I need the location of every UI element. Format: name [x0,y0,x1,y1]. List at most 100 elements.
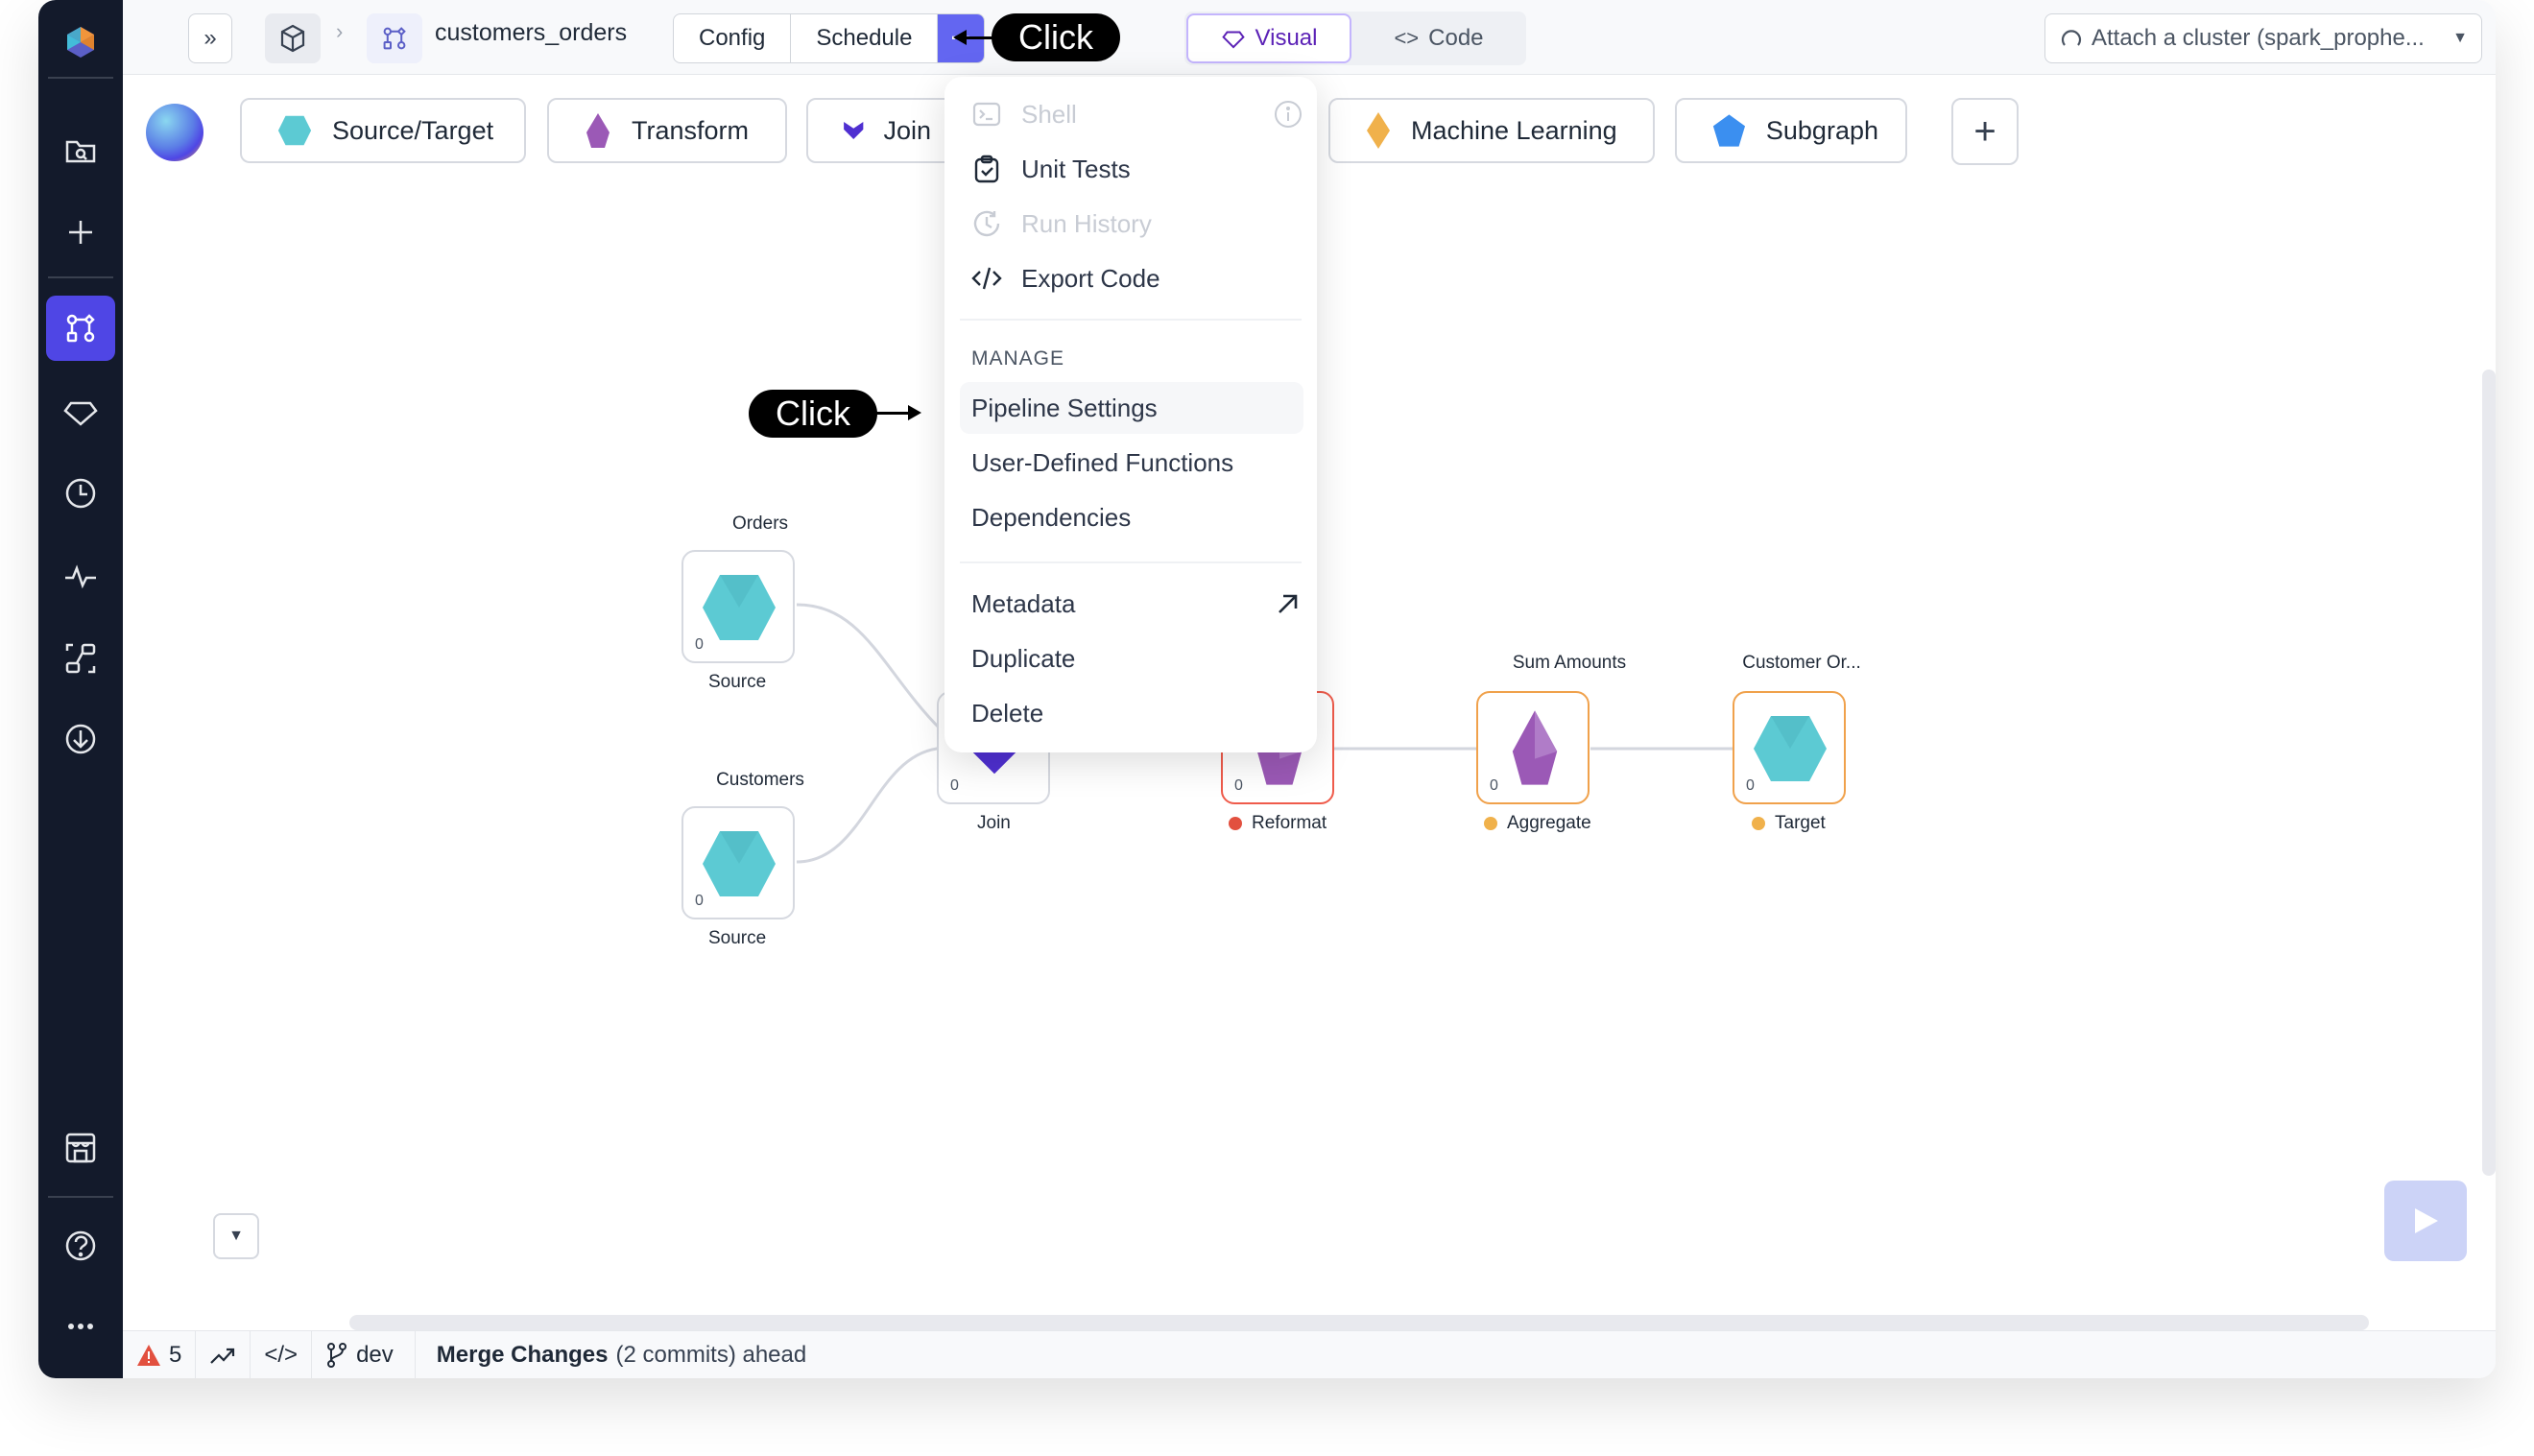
edge-orders-join [796,603,953,751]
menu-item-shell[interactable]: Shell [971,88,1303,140]
callout-arrow-line [875,412,912,415]
sidebar-item-observability[interactable] [46,543,115,609]
node-count: 0 [950,777,959,794]
gem-label: Subgraph [1765,115,1878,145]
run-pipeline-button[interactable] [2384,1181,2467,1261]
sidebar-item-history[interactable] [46,461,115,526]
sidebar-item-gems[interactable] [46,378,115,443]
graph-node-target[interactable]: 0 [1733,691,1846,804]
branch-button[interactable]: dev [312,1331,416,1378]
callout-arrow-head [908,405,921,420]
warnings-count: 5 [169,1341,182,1368]
cube-icon [280,24,305,53]
menu-item-unit-tests[interactable]: Unit Tests [971,143,1303,195]
git-branch-icon [327,1342,347,1368]
menu-item-metadata[interactable]: Metadata [971,578,1303,630]
metrics-button[interactable] [196,1331,251,1378]
node-type-label: Source [708,928,767,948]
code-tab[interactable]: <> Code [1357,13,1520,63]
menu-section-manage: MANAGE [971,347,1065,370]
add-gem-button[interactable]: + [1951,98,2019,165]
more-options-menu: Shell Unit Tests Run History Export Code… [944,77,1317,752]
sidebar-item-create[interactable] [46,200,115,265]
schedule-button[interactable]: Schedule [791,14,939,62]
menu-item-label: User-Defined Functions [971,447,1234,477]
warning-status-dot [1484,817,1497,830]
config-button[interactable]: Config [674,14,792,62]
expand-sidebar-button[interactable]: » [188,13,232,63]
node-type-label: Reformat [1229,813,1327,834]
menu-item-label: Pipeline Settings [971,393,1158,422]
sidebar-item-marketplace[interactable] [46,1115,115,1181]
plus-icon: + [1973,109,1996,153]
sidebar-divider [48,77,113,79]
project-button[interactable] [265,13,321,63]
menu-item-duplicate[interactable]: Duplicate [971,633,1303,684]
transform-gem-icon [586,113,610,148]
vertical-scrollbar[interactable] [2482,370,2496,1176]
node-title: Orders [731,513,789,534]
gem-transform-button[interactable]: Transform [547,98,787,163]
gem-subgraph-button[interactable]: Subgraph [1675,98,1907,163]
menu-item-label: Shell [1021,99,1077,129]
pipeline-icon-button[interactable] [367,13,422,63]
spinner-icon [2061,30,2082,46]
gem-join-button[interactable]: Join [806,98,960,163]
gem-source-target-button[interactable]: Source/Target [240,98,526,163]
attach-cluster-dropdown[interactable]: Attach a cluster (spark_prophe... ▼ [2044,13,2482,63]
node-count: 0 [695,893,704,909]
info-icon[interactable] [1273,99,1303,130]
menu-item-label: Metadata [971,588,1076,618]
terminal-icon [972,102,1001,127]
pipeline-name[interactable]: customers_orders [435,19,627,47]
graph-node-orders[interactable]: 0 [681,550,795,663]
ml-gem-icon [1367,112,1390,149]
sidebar-divider [48,1196,113,1198]
menu-item-pipeline-settings[interactable]: Pipeline Settings [960,382,1303,434]
gem-label: Source/Target [332,115,494,145]
merge-changes-link[interactable]: Merge Changes (2 commits) ahead [416,1331,820,1378]
menu-divider [960,319,1302,321]
menu-item-export-code[interactable]: Export Code [971,252,1303,304]
visual-tab[interactable]: Visual [1186,13,1351,63]
code-view-button[interactable]: </> [251,1331,313,1378]
chevron-down-icon: ▼ [2452,30,2468,46]
menu-item-user-defined-functions[interactable]: User-Defined Functions [971,437,1303,489]
source-gem-icon [1754,716,1827,781]
sidebar-item-more[interactable] [46,1294,115,1359]
node-count: 0 [1746,777,1755,794]
merge-changes-label: Merge Changes [436,1341,609,1368]
prophecy-logo[interactable] [46,10,115,75]
user-avatar[interactable] [146,104,203,161]
code-icon: <> [1394,26,1420,50]
menu-item-delete[interactable]: Delete [971,687,1303,739]
menu-item-run-history[interactable]: Run History [971,198,1303,250]
code-tab-label: Code [1428,25,1484,51]
top-bar: » › customers_orders Config Schedule ···… [123,0,2496,75]
sidebar-item-deploy[interactable] [46,706,115,772]
source-gem-icon [703,575,776,640]
menu-item-dependencies[interactable]: Dependencies [971,491,1303,543]
warning-status-dot [1752,817,1765,830]
sidebar-item-help[interactable] [46,1213,115,1278]
gem-machine-learning-button[interactable]: Machine Learning [1328,98,1655,163]
trending-up-icon [210,1348,235,1364]
code-icon [971,267,1002,290]
sidebar-item-lineage[interactable] [46,626,115,691]
menu-item-label: Run History [1021,208,1152,238]
graph-node-aggregate[interactable]: 0 [1476,691,1590,804]
node-type-label: Target [1752,813,1826,834]
source-gem-icon [703,831,776,896]
toggle-panel-button[interactable]: ▼ [213,1213,259,1259]
node-type-label: Source [708,672,767,692]
sidebar-item-pipelines[interactable] [46,296,115,361]
external-link-arrow-icon [1279,594,1298,613]
warnings-button[interactable]: 5 [123,1331,197,1378]
sidebar-item-browse[interactable] [46,117,115,182]
graph-node-customers[interactable]: 0 [681,806,795,919]
menu-divider [960,561,1302,563]
node-title: Customer Or... [1742,653,1861,673]
clipboard-check-icon [974,155,999,183]
node-count: 0 [1490,777,1498,794]
horizontal-scrollbar[interactable] [349,1315,2369,1330]
